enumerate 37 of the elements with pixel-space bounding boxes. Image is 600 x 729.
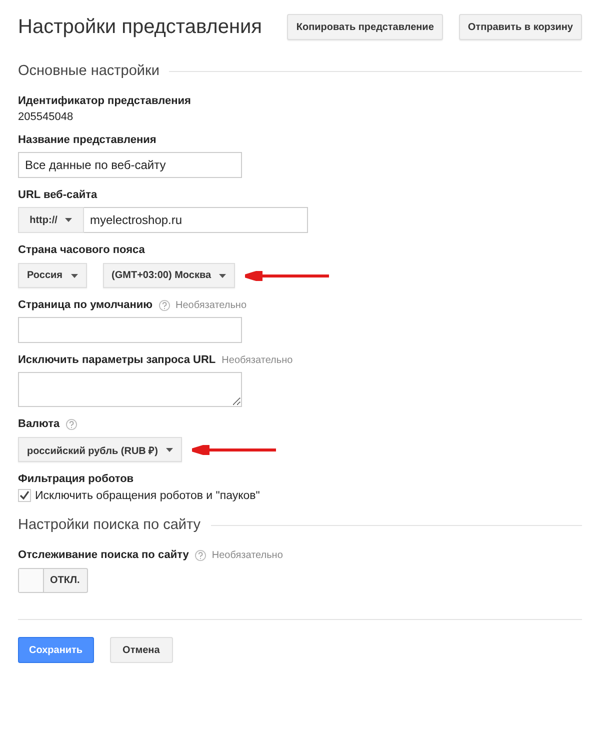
dropdown[interactable]: Россия [18,263,87,288]
text-field[interactable] [18,317,242,343]
protocol-dropdown[interactable]: http:// [18,207,84,233]
dropdown[interactable]: российский рубль (RUB ₽) [18,437,182,462]
section-title: Основные настройки [18,63,160,79]
field-label: Страна часового пояса [18,244,145,256]
field-label: Отслеживание поиска по сайту [18,549,189,561]
url-field[interactable]: myelectroshop.ru [84,207,308,233]
view-id-value: 205545048 [18,111,74,123]
field-label: Страница по умолчанию [18,299,152,311]
help-icon[interactable] [158,300,170,310]
section-title: Настройки поиска по сайту [18,517,201,533]
page-title: Настройки представления [18,16,263,38]
field-label: Название представления [18,134,156,146]
field-label: Идентификатор представления [18,95,191,107]
field-label: Исключить параметры запроса URL [18,354,216,366]
field-label: URL веб-сайта [18,189,98,201]
field-label: Фильтрация роботов [18,473,134,485]
optional-hint: Необязательно [176,300,247,310]
toggle-switch[interactable]: ОТКЛ. [18,568,88,593]
header-button[interactable]: Копировать представление [287,14,443,40]
help-icon[interactable] [194,550,206,560]
optional-hint: Необязательно [212,550,283,560]
text-field[interactable]: Все данные по веб-сайту [18,152,242,178]
field-label: Валюта [18,418,60,430]
caret-icon [65,218,72,222]
text-area[interactable] [18,372,242,407]
caret-icon [219,274,226,278]
dropdown[interactable]: (GMT+03:00) Москва [102,263,236,288]
help-icon[interactable] [66,418,77,430]
checkbox[interactable] [18,489,31,502]
caret-icon [166,448,173,452]
header-button[interactable]: Отправить в корзину [458,14,582,40]
caret-icon [70,274,78,278]
checkbox-label: Исключить обращения роботов и "пауков" [35,490,260,502]
cancel-button[interactable]: Отмена [110,637,173,663]
optional-hint: Необязательно [222,354,293,366]
